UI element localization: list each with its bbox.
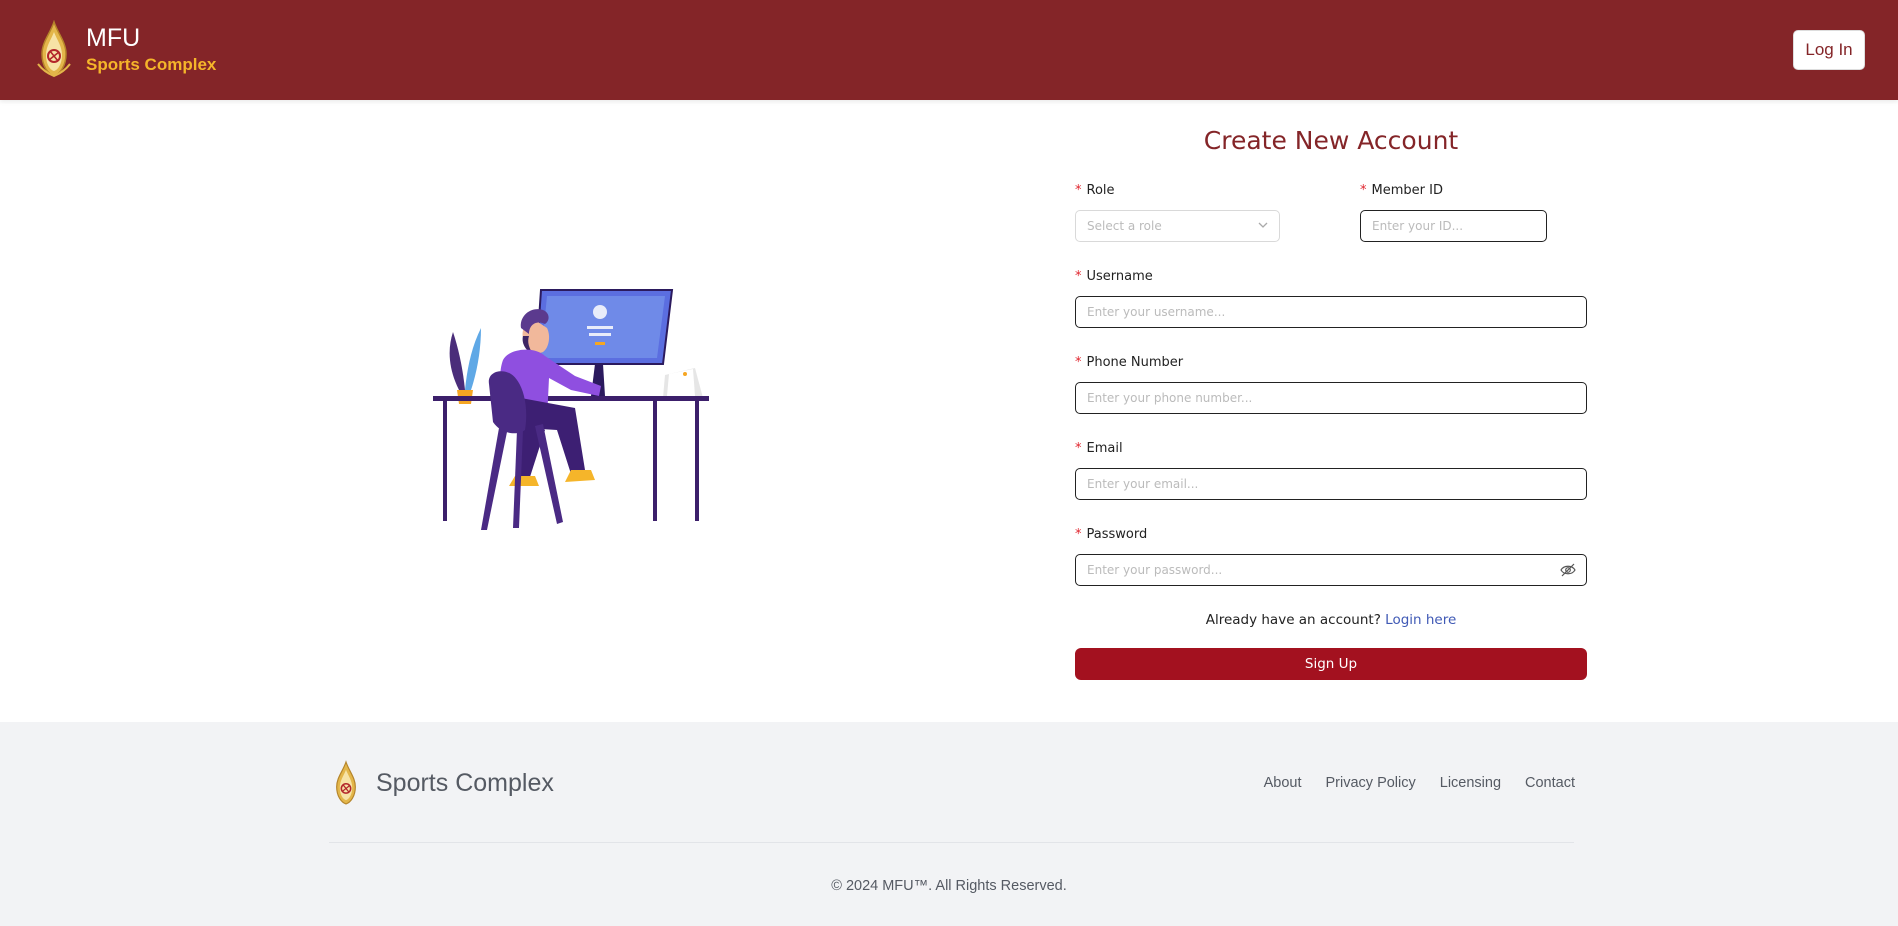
role-select-placeholder: Select a role	[1087, 219, 1162, 233]
required-mark: *	[1075, 441, 1082, 456]
footer-link-contact[interactable]: Contact	[1525, 775, 1575, 791]
password-label: * Password	[1075, 527, 1147, 542]
footer-copyright: © 2024 MFU™. All Rights Reserved.	[831, 878, 1067, 894]
role-select[interactable]: Select a role	[1075, 210, 1280, 242]
email-label: * Email	[1075, 441, 1123, 456]
login-here-link[interactable]: Login here	[1385, 612, 1456, 628]
username-label-text: Username	[1086, 269, 1153, 284]
brand[interactable]: MFU Sports Complex	[36, 20, 216, 78]
required-mark: *	[1075, 527, 1082, 542]
email-label-text: Email	[1086, 441, 1123, 456]
top-navbar: MFU Sports Complex Log In	[0, 0, 1898, 100]
person-at-desk-illustration	[433, 289, 709, 530]
footer-brand[interactable]: Sports Complex	[332, 760, 554, 806]
password-placeholder: Enter your password...	[1087, 563, 1223, 577]
password-input[interactable]: Enter your password...	[1075, 554, 1587, 586]
form-title: Create New Account	[1203, 126, 1459, 155]
footer-link-privacy[interactable]: Privacy Policy	[1326, 775, 1416, 791]
email-input[interactable]: Enter your email...	[1075, 468, 1587, 500]
footer-link-about[interactable]: About	[1264, 775, 1302, 791]
member-id-label-text: Member ID	[1371, 183, 1443, 198]
already-have-account: Already have an account? Login here	[1075, 612, 1587, 628]
already-text: Already have an account?	[1205, 612, 1381, 628]
header-login-button[interactable]: Log In	[1793, 30, 1865, 70]
required-mark: *	[1075, 183, 1082, 198]
sign-up-button[interactable]: Sign Up	[1075, 648, 1587, 680]
role-label-text: Role	[1086, 183, 1115, 198]
password-label-text: Password	[1086, 527, 1148, 542]
phone-label: * Phone Number	[1075, 355, 1183, 370]
required-mark: *	[1360, 183, 1367, 198]
role-label: * Role	[1075, 183, 1115, 198]
brand-title: MFU	[86, 24, 141, 52]
mfu-emblem-icon	[37, 20, 71, 78]
footer: Sports Complex About Privacy Policy Lice…	[0, 722, 1898, 926]
phone-input[interactable]: Enter your phone number...	[1075, 382, 1587, 414]
footer-divider	[329, 842, 1574, 843]
username-label: * Username	[1075, 269, 1153, 284]
mfu-emblem-icon	[336, 760, 356, 805]
required-mark: *	[1075, 269, 1082, 284]
eye-off-icon[interactable]	[1560, 563, 1576, 577]
chevron-down-icon	[1258, 222, 1268, 228]
footer-link-licensing[interactable]: Licensing	[1440, 775, 1501, 791]
footer-links: About Privacy Policy Licensing Contact	[1264, 775, 1575, 791]
member-id-label: * Member ID	[1360, 183, 1443, 198]
required-mark: *	[1075, 355, 1082, 370]
username-input[interactable]: Enter your username...	[1075, 296, 1587, 328]
phone-label-text: Phone Number	[1086, 355, 1184, 370]
member-id-input[interactable]: Enter your ID...	[1360, 210, 1547, 242]
brand-subtitle: Sports Complex	[86, 55, 217, 74]
footer-brand-name: Sports Complex	[376, 768, 554, 797]
